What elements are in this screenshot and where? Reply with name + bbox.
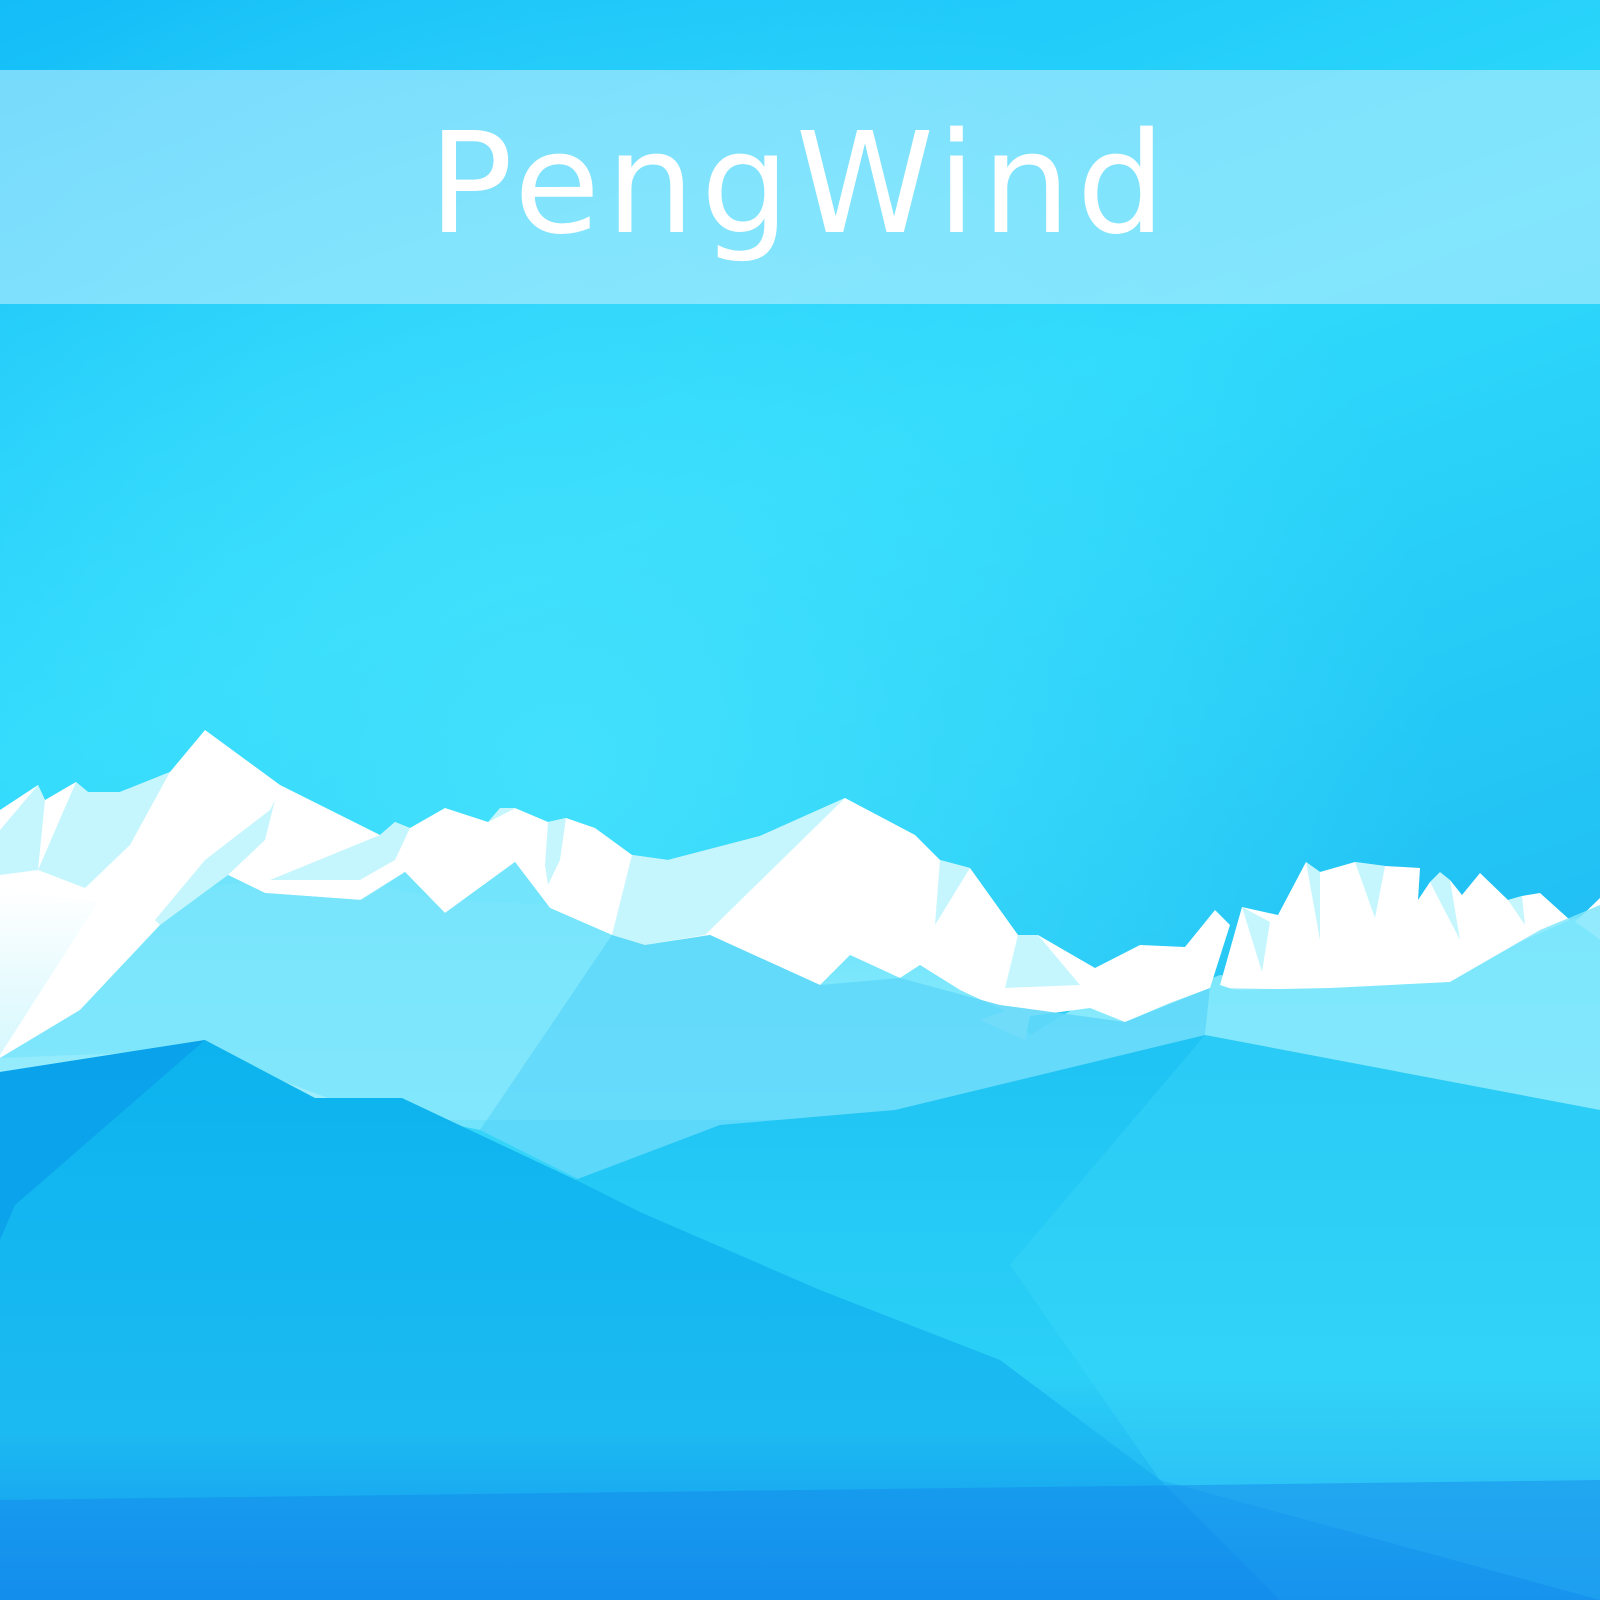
app-title: PengWind — [428, 103, 1172, 266]
foreground-bottom-shade — [0, 1480, 1600, 1600]
foreground-hills — [0, 1035, 1600, 1600]
title-banner: PengWind — [0, 70, 1600, 304]
